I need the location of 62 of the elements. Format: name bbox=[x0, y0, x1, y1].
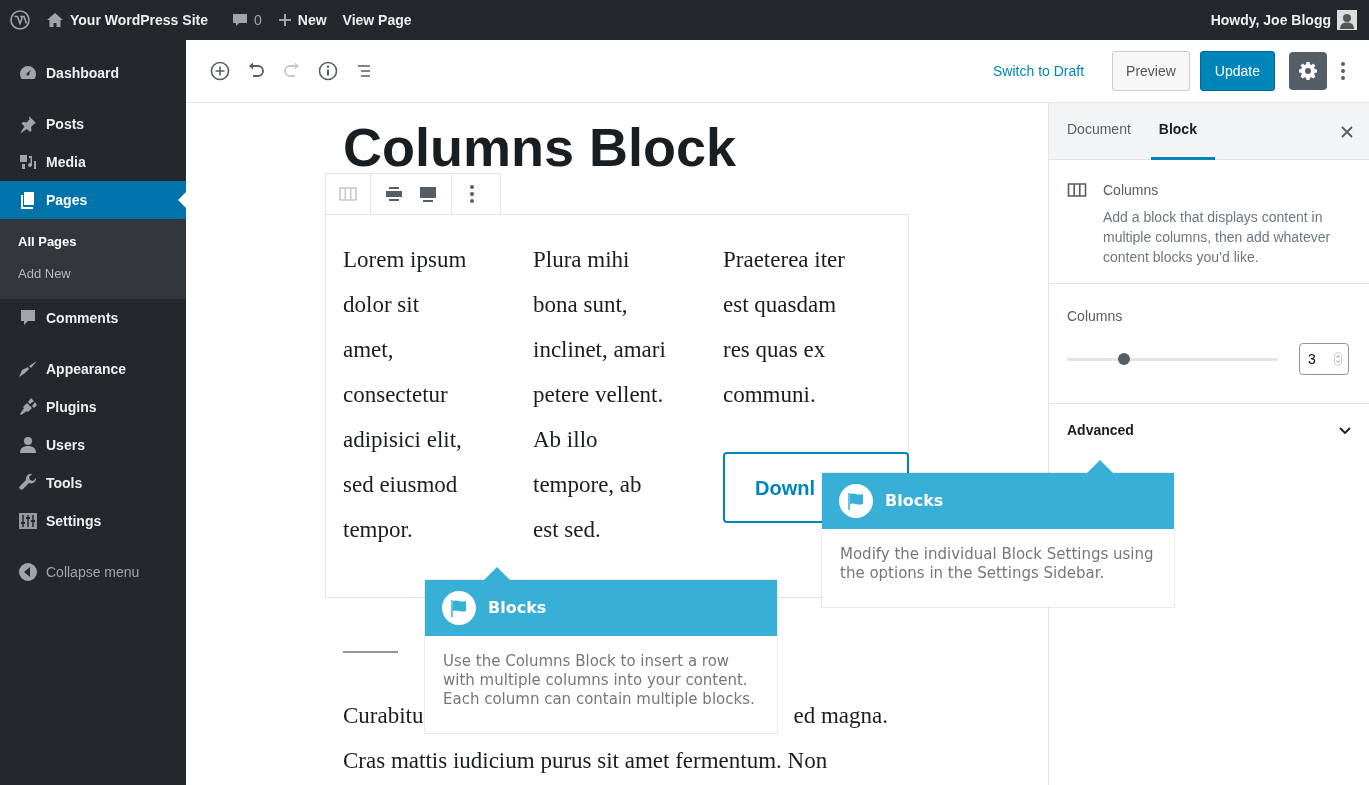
block-name: Columns bbox=[1103, 181, 1160, 200]
submenu-item[interactable]: Add New bbox=[0, 258, 186, 290]
paragraph-text: Cras mattis iudicium purus sit amet fermentum. Non bbox=[343, 747, 829, 775]
home-icon bbox=[46, 11, 64, 29]
close-icon bbox=[1341, 125, 1353, 138]
submenu-item[interactable]: All Pages bbox=[0, 226, 186, 258]
add-circle-icon bbox=[209, 60, 231, 82]
tooltip-text: Modify the individual Block Settings using the options in the Settings Sidebar. bbox=[839, 544, 1155, 584]
media-icon bbox=[18, 152, 38, 172]
speech-bubble-icon bbox=[231, 12, 248, 28]
column-text: Lorem ipsum dolor sit amet, consectetur adipisici elit, sed eiusmod tempor. bbox=[343, 246, 468, 544]
speech-bubble-icon bbox=[18, 308, 38, 328]
flag-icon bbox=[839, 484, 873, 518]
menu-item[interactable]: Pages bbox=[0, 181, 186, 219]
new-link[interactable]: New bbox=[277, 9, 327, 31]
chevron-down-icon bbox=[1339, 426, 1351, 435]
tooltip-title: Blocks bbox=[488, 597, 547, 619]
settings-button[interactable] bbox=[1289, 52, 1327, 90]
paragraph-text: ed magna. bbox=[793, 702, 888, 730]
menu-item[interactable]: Posts bbox=[0, 105, 186, 143]
number-field[interactable]: 3 bbox=[1299, 343, 1349, 375]
menu-item[interactable]: Tools bbox=[0, 464, 186, 502]
preview-button[interactable]: Preview bbox=[1112, 51, 1190, 91]
post-title[interactable]: Columns Block bbox=[343, 122, 1048, 172]
sliders-icon bbox=[18, 511, 38, 531]
column-text: Plura mihi bona sunt, inclinet, amari petere vellent. Ab illo tempore, ab est sed. bbox=[533, 246, 667, 544]
site-name-link[interactable]: Your WordPress Site bbox=[46, 9, 208, 31]
sidebar-tab[interactable]: Block bbox=[1150, 102, 1215, 160]
plus-icon bbox=[277, 13, 292, 27]
slider-thumb[interactable] bbox=[1117, 353, 1130, 365]
columns-label: Columns bbox=[1067, 307, 1124, 326]
view-page-link[interactable]: View Page bbox=[342, 9, 412, 31]
gear-icon bbox=[1298, 61, 1318, 81]
user-icon bbox=[18, 435, 38, 455]
menu-item[interactable]: Settings bbox=[0, 502, 186, 540]
tooltip-text: Use the Columns Block to insert a row with multiple columns into your content. Each column can contain multiple blocks. bbox=[442, 651, 756, 710]
menu-item[interactable]: Appearance bbox=[0, 350, 186, 388]
update-button[interactable]: Update bbox=[1199, 51, 1275, 91]
pin-icon bbox=[18, 114, 38, 134]
paragraph-text: Curabitu bbox=[343, 702, 424, 730]
menu-item[interactable]: Plugins bbox=[0, 388, 186, 426]
menu-item[interactable]: Users bbox=[0, 426, 186, 464]
sidebar-tab[interactable]: Document bbox=[1059, 102, 1149, 160]
collapse-menu-button[interactable]: Collapse menu bbox=[0, 553, 186, 591]
flag-icon bbox=[442, 591, 476, 625]
block-description: Add a block that displays content in multiple columns, then add whatever content blocks you’d like. bbox=[1103, 208, 1332, 267]
comments-link[interactable]: 0 bbox=[231, 9, 262, 31]
brush-icon bbox=[18, 359, 38, 379]
plug-icon bbox=[18, 397, 38, 417]
switch-to-draft-link[interactable]: Switch to Draft bbox=[993, 60, 1085, 82]
greeting-link[interactable]: Howdy, Joe Blogg bbox=[1210, 9, 1357, 31]
avatar-icon bbox=[1337, 10, 1357, 30]
menu-item[interactable]: Media bbox=[0, 143, 186, 181]
kebab-icon bbox=[470, 184, 474, 204]
columns-icon bbox=[1067, 180, 1087, 200]
wordpress-logo-icon[interactable] bbox=[10, 10, 30, 30]
menu-item[interactable]: Comments bbox=[0, 299, 186, 337]
menu-item[interactable]: Dashboard bbox=[0, 54, 186, 92]
info-icon bbox=[317, 60, 339, 82]
wrench-icon bbox=[18, 473, 38, 493]
kebab-icon bbox=[1341, 61, 1345, 81]
column-text: Praeterea iter est quasdam res quas ex communi. bbox=[723, 246, 846, 409]
